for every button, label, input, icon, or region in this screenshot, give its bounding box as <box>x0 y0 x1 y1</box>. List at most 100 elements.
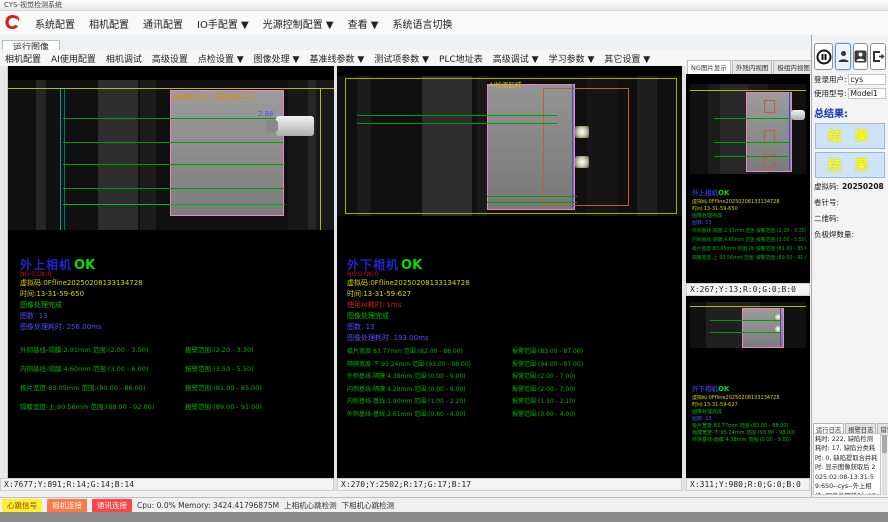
menu-item-view[interactable]: 查看 ▼ <box>341 16 386 31</box>
app-logo-icon <box>2 13 24 33</box>
measure-line-green <box>710 320 780 321</box>
thumb-frame-count: 图数: 13 <box>692 416 806 423</box>
reflection-blob <box>575 126 589 138</box>
exit-door-icon <box>872 50 885 63</box>
edge-line-blue <box>789 92 790 170</box>
tool-other-settings[interactable]: 其它设置 ▼ <box>599 52 655 65</box>
tool-camera-config[interactable]: 相机配置 <box>0 52 46 65</box>
tool-advanced-settings[interactable]: 高级设置 <box>147 52 193 65</box>
menu-item-comm-config[interactable]: 通讯配置 <box>136 16 190 31</box>
thumb-barcode: 虚拟码:0Ffline20250208133134728 <box>692 395 806 402</box>
pause-icon <box>816 49 832 65</box>
thumbnail-bottom-panel[interactable]: 外下相机OK 虚拟码:0Ffline20250208133134728 时间:1… <box>686 296 810 478</box>
middle-barcode: 虚拟码:0Ffline20250208133134728 <box>347 278 667 289</box>
middle-pixel-coordinates: X:270;Y:2502;R:17;G:17;B:17 <box>337 478 682 491</box>
camera-connection-badge: 相机连接 <box>47 499 87 512</box>
app-window: CYS-视觉检测系统 系统配置 相机配置 通讯配置 IO手配置 ▼ 光源控制配置… <box>0 0 888 522</box>
virtual-code-label: 虚拟码: <box>814 181 839 192</box>
tool-spot-check[interactable]: 点检设置 ▼ <box>193 52 249 65</box>
measurement-row: 极片宽度:83.77mm 范围:(82.00 - 88.00) 报警范围:(83… <box>347 346 677 359</box>
pause-button[interactable] <box>814 43 833 70</box>
thumb-measurement-row: 极片宽度:83.05mm 范围:(80.00 - 86.00) 报警范围:(81… <box>692 245 808 254</box>
middle-camera-image[interactable]: AI检测区域 <box>337 76 682 216</box>
thumb-tab-ng-display[interactable]: NG图片显示 <box>687 60 731 74</box>
reflection-blob <box>575 156 589 168</box>
thumb-tab-outer-view[interactable]: 外残内视图 <box>732 60 773 74</box>
thumb-result-ok: OK <box>718 385 729 393</box>
thumb-measurement-text: 外侧基线-隔膜:2.91mm 范围:(2.00 - 3.50) <box>692 227 754 234</box>
login-user-value[interactable]: cys <box>848 74 886 85</box>
status-bar: 心跳信号 相机连接 通讯连接 Cpu: 0.0% Memory: 3424.41… <box>0 497 888 512</box>
log-scrollbar[interactable] <box>882 433 887 495</box>
virtual-code-field: 虚拟码: 20250208 <box>814 181 886 192</box>
thumb-measurement-row: 外侧基线-隔膜:2.91mm 范围:(2.00 - 3.50) 报警范围:(2.… <box>692 227 808 236</box>
thumbnail-bottom-coordinates: X:311;Y:980;R:0;G:0;B:0 <box>686 478 810 491</box>
thumb-measurement-line: 极片宽度:83.77mm 范围:(82.00 - 88.00) <box>692 423 806 430</box>
menubar: 系统配置 相机配置 通讯配置 IO手配置 ▼ 光源控制配置 ▼ 查看 ▼ 系统语… <box>0 11 888 36</box>
model-value[interactable]: Model1 <box>848 88 886 99</box>
tool-plc-address[interactable]: PLC地址表 <box>434 52 488 65</box>
thumb-tab-cell-view[interactable]: 极组内视图 <box>773 60 814 74</box>
tool-learning-params[interactable]: 学习参数 ▼ <box>544 52 600 65</box>
exit-button[interactable] <box>870 43 886 70</box>
middle-result-block: 外下相机OK NG:0;OK:0 虚拟码:0Ffline202502081331… <box>347 254 667 344</box>
tool-test-params[interactable]: 测试项参数 ▼ <box>369 52 434 65</box>
menu-item-light-config[interactable]: 光源控制配置 ▼ <box>256 16 341 31</box>
user-login-button[interactable] <box>835 43 851 70</box>
thumbnail-top-coordinates: X:267;Y:13;R:0;G:0;B:0 <box>686 283 810 296</box>
middle-result-ok: OK <box>401 258 422 273</box>
measurement-row: 内侧基线-基线:1.90mm 范围:(1.00 - 2.20) 报警范围:(1.… <box>347 396 677 409</box>
upper-camera-status: 上相机心跳检测 <box>284 500 337 511</box>
tool-image-processing[interactable]: 图像处理 ▼ <box>249 52 305 65</box>
model-field: 使用型号: Model1 <box>814 88 886 99</box>
measure-line-green <box>714 118 790 119</box>
tool-camera-debug[interactable]: 相机调试 <box>101 52 147 65</box>
left-camera-image[interactable]: 纠偏阈值:93, 动态阈值:100 2.88 <box>8 80 334 230</box>
texture-band <box>36 80 46 230</box>
thumb-process-done: 图像处理完成 <box>692 213 806 220</box>
thumb-barcode: 虚拟码:0Ffline20250208133134728 <box>692 199 806 206</box>
menu-item-system-config[interactable]: 系统配置 <box>28 16 82 31</box>
edge-line-blue <box>572 84 573 208</box>
measure-line-green <box>714 142 790 143</box>
thumb-measurement-text: 隔膜宽度-上:90.56mm 范围:(88.00 - 92.00) <box>692 254 754 261</box>
left-splitter[interactable] <box>0 66 8 491</box>
measurement-text: 内侧基线-隔膜:4.28mm 范围:(0.00 - 9.00) <box>347 384 466 393</box>
pin-number-label: 卷针号: <box>814 197 886 208</box>
measurement-row: 隔膜宽度-下:95.24mm 范围:(93.00 - 98.00) 报警范围:(… <box>347 359 677 372</box>
thumbnail-top-text: 外上相机OK 虚拟码:0Ffline20250208133134728 时间:1… <box>692 180 808 263</box>
middle-camera-panel: AI检测区域 外下相机OK NG:0;OK:0 虚拟码:0Ffline20250… <box>337 66 682 478</box>
alignment-line-yellow <box>690 90 806 91</box>
measurement-text: 内侧基线-隔膜:4.60mm 范围:(3.00 - 6.00) <box>20 363 148 373</box>
tool-advanced-debug[interactable]: 高级调试 ▼ <box>488 52 544 65</box>
thumb-measurement-alarm: 报警范围:(89.00 - 91.00) <box>756 254 806 261</box>
thumbnail-top-image[interactable] <box>690 84 806 174</box>
menu-item-io-config[interactable]: IO手配置 ▼ <box>190 16 256 31</box>
operator-button[interactable] <box>853 43 869 70</box>
weld-count-label: 负极焊数量: <box>814 229 886 240</box>
tool-ai-config[interactable]: AI使用配置 <box>46 52 101 65</box>
measure-line-green <box>63 142 285 143</box>
tool-baseline-params[interactable]: 基准线参数 ▼ <box>304 52 369 65</box>
menu-item-camera-config[interactable]: 相机配置 <box>82 16 136 31</box>
left-frame-count: 图数: 13 <box>20 311 326 322</box>
measure-line-green <box>487 196 577 197</box>
thumbnail-bottom-image[interactable] <box>690 302 806 348</box>
thumb-process-done: 图像处理完成 <box>692 409 806 416</box>
measurement-alarm: 报警范围:(1.10 - 2.10) <box>512 396 575 405</box>
measure-line-green <box>63 118 285 119</box>
thumbnail-top-panel[interactable]: 外上相机OK 虚拟码:0Ffline20250208133134728 时间:1… <box>686 74 810 283</box>
measurement-alarm: 报警范围:(2.20 - 3.30) <box>185 344 254 354</box>
baseline-vertical <box>64 89 65 230</box>
thumbnail-bottom-text: 外下相机OK 虚拟码:0Ffline20250208133134728 时间:1… <box>692 376 808 444</box>
measurement-row: 内侧基线-隔膜:4.28mm 范围:(0.00 - 9.00) 报警范围:(2.… <box>347 384 677 397</box>
ai-region-label: AI检测区域 <box>489 79 521 89</box>
texture-band <box>308 80 316 230</box>
thumb-time: 时间:13-31-59-627 <box>692 402 806 409</box>
total-result-label: 总结果: <box>814 105 886 120</box>
log-scrollbar-thumb[interactable] <box>882 435 887 453</box>
thumb-measurement-alarm: 报警范围:(3.50 - 5.50) <box>756 236 806 243</box>
result-box-bottom: 结 果 <box>815 152 885 178</box>
menu-item-language-switch[interactable]: 系统语言切换 <box>385 16 459 31</box>
measure-line-green <box>357 115 557 116</box>
